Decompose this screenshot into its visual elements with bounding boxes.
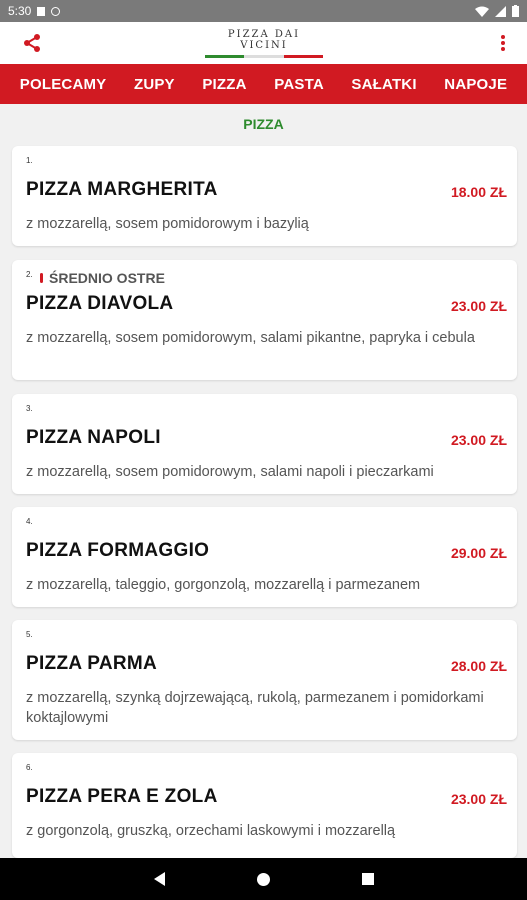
item-number: 5. bbox=[26, 630, 33, 639]
tab-salatki[interactable]: SAŁATKI bbox=[351, 76, 416, 93]
tab-pasta[interactable]: PASTA bbox=[274, 76, 324, 93]
item-number: 3. bbox=[26, 404, 33, 413]
menu-item-card[interactable]: 4. PIZZA FORMAGGIO 29.00 ZŁ z mozzarellą… bbox=[12, 507, 517, 607]
item-name: PIZZA PERA E ZOLA bbox=[26, 786, 218, 807]
tab-pizza[interactable]: PIZZA bbox=[202, 76, 246, 93]
item-description: z mozzarellą, sosem pomidorowym, salami … bbox=[26, 330, 475, 346]
item-price: 28.00 ZŁ bbox=[450, 658, 507, 674]
wifi-icon bbox=[475, 6, 489, 17]
spicy-label: ŚREDNIO OSTRE bbox=[49, 270, 165, 286]
home-icon[interactable] bbox=[256, 872, 270, 886]
item-name: PIZZA MARGHERITA bbox=[26, 179, 218, 200]
item-description: z gorgonzolą, gruszką, orzechami laskowy… bbox=[26, 823, 396, 839]
menu-item-card[interactable]: 6. PIZZA PERA E ZOLA 23.00 ZŁ z gorgonzo… bbox=[12, 753, 517, 858]
app-logo: PIZZA DAI VICINI bbox=[203, 29, 325, 59]
share-icon[interactable] bbox=[22, 33, 42, 53]
chili-icon bbox=[40, 273, 43, 283]
menu-item-card[interactable]: 1. PIZZA MARGHERITA 18.00 ZŁ z mozzarell… bbox=[12, 146, 517, 246]
section-title: PIZZA bbox=[243, 116, 284, 132]
item-name: PIZZA PARMA bbox=[26, 653, 158, 674]
item-price: 23.00 ZŁ bbox=[450, 298, 507, 314]
more-vert-icon[interactable] bbox=[497, 33, 509, 53]
app-bar: PIZZA DAI VICINI bbox=[0, 22, 527, 64]
back-icon[interactable] bbox=[153, 872, 165, 886]
item-name: PIZZA FORMAGGIO bbox=[26, 540, 210, 561]
item-price: 18.00 ZŁ bbox=[450, 184, 507, 200]
item-description: z mozzarellą, szynką dojrzewającą, rukol… bbox=[26, 690, 484, 726]
logo-text: PIZZA DAI VICINI bbox=[227, 29, 301, 51]
item-number: 6. bbox=[26, 763, 33, 772]
status-bar: 5:30 bbox=[0, 0, 527, 22]
sync-icon bbox=[51, 6, 61, 16]
logo-flag-stripe bbox=[205, 55, 323, 58]
tab-zupy[interactable]: ZUPY bbox=[134, 76, 175, 93]
item-price: 29.00 ZŁ bbox=[450, 545, 507, 561]
item-number: 1. bbox=[26, 156, 33, 165]
system-nav-bar bbox=[0, 858, 527, 900]
signal-icon bbox=[495, 5, 506, 17]
item-price: 23.00 ZŁ bbox=[450, 791, 507, 807]
tab-napoje[interactable]: NAPOJE bbox=[444, 76, 507, 93]
item-price: 23.00 ZŁ bbox=[450, 432, 507, 448]
item-description: z mozzarellą, sosem pomidorowym i bazyli… bbox=[26, 216, 309, 232]
menu-item-card[interactable]: 2. ŚREDNIO OSTRE PIZZA DIAVOLA 23.00 ZŁ … bbox=[12, 260, 517, 380]
status-right bbox=[475, 5, 519, 17]
category-tabs: POLECAMY ZUPY PIZZA PASTA SAŁATKI NAPOJE bbox=[0, 64, 527, 104]
item-number: 2. bbox=[26, 270, 33, 279]
status-time: 5:30 bbox=[8, 4, 32, 18]
tab-polecamy[interactable]: POLECAMY bbox=[20, 76, 107, 93]
battery-icon bbox=[512, 5, 519, 17]
item-description: z mozzarellą, taleggio, gorgonzolą, mozz… bbox=[26, 577, 421, 593]
menu-item-card[interactable]: 3. PIZZA NAPOLI 23.00 ZŁ z mozzarellą, s… bbox=[12, 394, 517, 494]
item-name: PIZZA DIAVOLA bbox=[26, 293, 174, 314]
sim-icon bbox=[37, 6, 46, 16]
item-name: PIZZA NAPOLI bbox=[26, 427, 161, 448]
spicy-badge: ŚREDNIO OSTRE bbox=[40, 270, 165, 286]
recents-icon[interactable] bbox=[361, 873, 374, 885]
item-description: z mozzarellą, sosem pomidorowym, salami … bbox=[26, 464, 434, 480]
menu-item-card[interactable]: 5. PIZZA PARMA 28.00 ZŁ z mozzarellą, sz… bbox=[12, 620, 517, 740]
status-left: 5:30 bbox=[8, 4, 61, 18]
item-number: 4. bbox=[26, 517, 33, 526]
